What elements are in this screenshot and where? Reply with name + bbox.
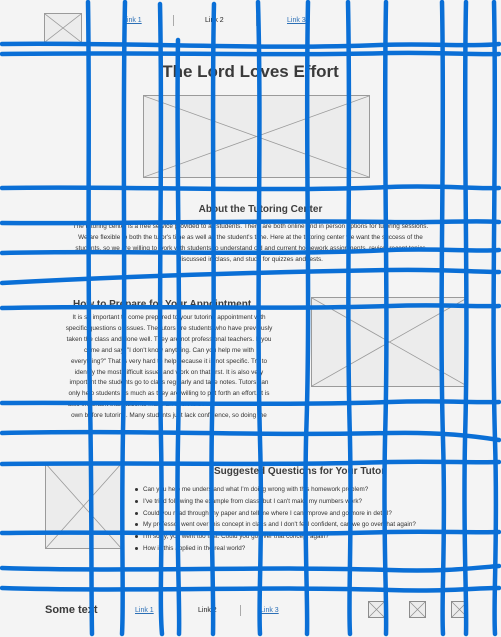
prepare-paragraph: It is so important to come prepared to y… [40,313,298,422]
scribble-stroke [0,50,501,57]
list-item: My professor went over this concept in c… [133,519,483,531]
scribble-stroke [0,429,501,443]
footer-link-3[interactable]: Link 3 [260,607,279,614]
questions-image-placeholder-icon [45,463,122,549]
prepare-line: come and say, "I don't know anything. Ca… [84,346,254,354]
header-link-2[interactable]: Link 2 [205,17,224,24]
list-item: I'm sorry, you went too fast. Could you … [133,531,483,543]
header-separator [173,15,174,26]
about-heading: About the Tutoring Center [198,204,323,215]
prepare-line: own before tutoring. Many students just … [71,412,267,420]
footer-separator [240,605,241,616]
prepare-line: only help students as much as they are w… [68,390,270,398]
social-placeholder-icon[interactable] [368,601,385,618]
questions-heading: Suggested Questions for Your Tutor [214,466,386,477]
logo-placeholder-icon [44,13,82,43]
prepare-line: also important that students make an eff… [67,401,270,409]
header-separator [256,15,257,26]
scribble-stroke [0,267,501,286]
prepare-line: everything?" That is very hard to help b… [70,357,268,365]
prepare-line: specific questions or issues. The tutors… [65,324,273,332]
prepare-line: identify the most difficult issue, and w… [74,368,264,376]
footer-separator [177,605,178,616]
list-item: Can you help me understand what I'm doin… [133,484,483,496]
about-line: The tutoring center is a free service pr… [72,223,429,230]
page-title: The Lord Loves Effort [162,62,339,81]
scribble-stroke [491,0,499,637]
social-placeholder-icon[interactable] [451,601,468,618]
prepare-image-placeholder-icon [311,297,468,387]
scribble-stroke [0,41,501,49]
list-item: I've tried following the example from cl… [133,496,483,508]
header-link-3[interactable]: Link 3 [287,17,306,24]
header-link-1[interactable]: Link 1 [123,17,142,24]
about-paragraph: The tutoring center is a free service pr… [20,222,481,266]
footer-link-2[interactable]: Link 2 [198,607,217,614]
social-placeholder-icon[interactable] [409,601,426,618]
questions-list: Can you help me understand what I'm doin… [133,484,483,555]
list-item: Could you read through my paper and tell… [133,508,483,520]
footer-link-1[interactable]: Link 1 [135,607,154,614]
prepare-heading: How to Prepare for Your Appointment [73,299,252,310]
prepare-line: It is so important to come prepared to y… [72,314,266,321]
list-item: How is this applied in the real world? [133,543,483,555]
scribble-stroke [0,585,501,593]
about-line: discussed in class, and study for quizze… [178,255,323,263]
prepare-line: important the students go to class regul… [69,379,269,387]
scribble-stroke [0,563,501,573]
prepare-line: taken the class and done well. They are … [66,335,272,343]
hero-image-placeholder-icon [143,95,370,178]
footer-brand: Some text [45,604,98,616]
about-line: We are flexible to both the tutor's time… [78,233,423,241]
scribble-stroke [0,184,501,192]
about-line: students, so we are willing to work with… [75,244,426,252]
